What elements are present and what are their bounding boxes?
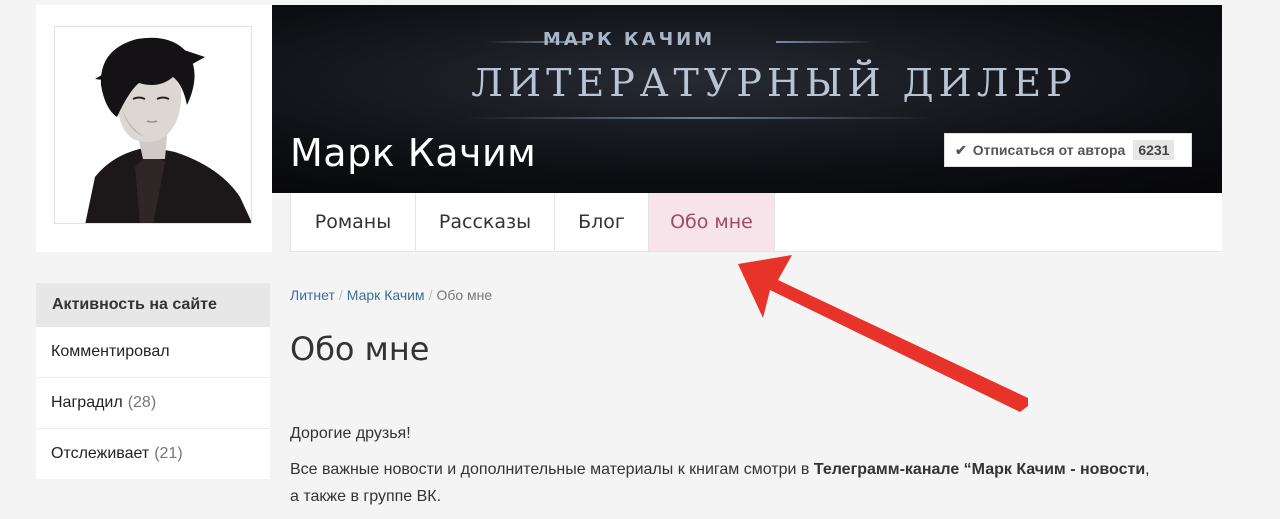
tab-stories[interactable]: Рассказы: [416, 193, 555, 251]
tab-stories-label: Рассказы: [438, 211, 532, 233]
tab-novels[interactable]: Романы: [290, 193, 416, 251]
page-title: Обо мне: [290, 330, 430, 368]
banner-decor-line-bottom: [466, 117, 936, 119]
breadcrumb: Литнет / Марк Качим / Обо мне: [290, 287, 492, 303]
greeting-text: Дорогие друзья!: [290, 425, 411, 442]
unsubscribe-button[interactable]: ✔ Отписаться от автора 6231: [944, 133, 1192, 167]
author-avatar[interactable]: [54, 26, 252, 224]
unsubscribe-label: Отписаться от автора: [972, 142, 1126, 158]
breadcrumb-separator: /: [338, 287, 343, 303]
tab-about-me-label: Обо мне: [670, 211, 753, 233]
news-paragraph: Все важные новости и дополнительные мате…: [290, 456, 1220, 510]
breadcrumb-current: Обо мне: [436, 287, 493, 303]
subscriber-count-badge: 6231: [1133, 140, 1175, 160]
sidebar-title: Активность на сайте: [36, 283, 270, 327]
check-icon: ✔: [955, 141, 967, 158]
sidebar-item-count: (28): [127, 394, 157, 411]
sidebar-item-commented[interactable]: Комментировал: [36, 327, 270, 378]
sidebar-item-label: Комментировал: [51, 343, 170, 360]
sidebar-item-awarded[interactable]: Наградил (28): [36, 378, 270, 429]
tab-novels-label: Романы: [314, 211, 392, 233]
sidebar-item-count: (21): [154, 445, 183, 462]
breadcrumb-separator: /: [428, 287, 433, 303]
author-portrait-image: [55, 27, 251, 223]
news-text-line2: а также в группе ВК.: [290, 488, 442, 505]
breadcrumb-link-litnet[interactable]: Литнет: [290, 287, 335, 303]
breadcrumb-link-author[interactable]: Марк Качим: [347, 287, 425, 303]
tab-about-me[interactable]: Обо мне: [649, 193, 775, 251]
sidebar-item-following[interactable]: Отслеживает (21): [36, 429, 270, 479]
red-arrow-shape: [738, 255, 1028, 412]
author-name: Марк Качим: [290, 131, 537, 175]
author-tabs: Романы Рассказы Блог Обо мне: [290, 193, 1222, 252]
telegram-channel-link[interactable]: Телеграмм-канале “Марк Качим - новости: [814, 461, 1145, 478]
tab-blog-label: Блог: [578, 211, 625, 233]
sidebar-item-label: Наградил: [51, 394, 123, 411]
sidebar-item-label: Отслеживает: [51, 445, 150, 462]
news-text: Все важные новости и дополнительные мате…: [290, 461, 814, 478]
activity-sidebar: Активность на сайте Комментировал Наград…: [36, 283, 270, 479]
news-text-comma: ,: [1145, 461, 1150, 478]
tab-blog[interactable]: Блог: [555, 193, 649, 251]
about-content: Дорогие друзья! Все важные новости и доп…: [290, 420, 1220, 519]
